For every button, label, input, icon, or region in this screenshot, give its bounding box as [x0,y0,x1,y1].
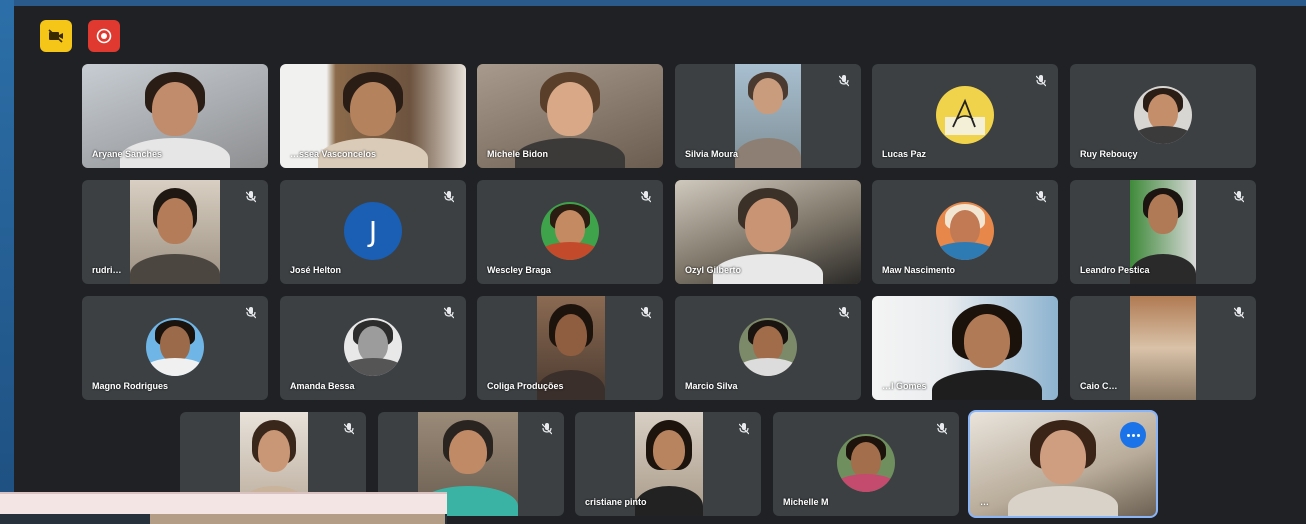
muted-mic-icon [1034,190,1048,204]
video-feed [130,180,220,284]
participant-name: Magno Rodrigues [92,381,168,391]
participant-tile[interactable]: cristiane pinto [575,412,761,516]
participant-name: Amanda Bessa [290,381,355,391]
muted-mic-icon [639,190,653,204]
participant-tile[interactable]: …l Gomes [872,296,1058,400]
muted-mic-icon [1232,190,1246,204]
meeting-grid: Aryane Sanches …ssea Vasconcelos Michele… [14,6,1306,524]
participant-name: Ozyl Gilberto [685,265,742,275]
participant-name: Silvia Moura [685,149,739,159]
muted-mic-icon [342,422,356,436]
avatar [146,318,204,376]
muted-mic-icon [837,74,851,88]
participant-name: cristiane pinto [585,497,647,507]
participant-name: Michele Bidon [487,149,549,159]
participant-name: José Helton [290,265,342,275]
avatar [541,202,599,260]
participant-name: Caio C… [1080,381,1118,391]
participant-name: …ssea Vasconcelos [290,149,377,159]
participant-name: Ruy Rebouçy [1080,149,1138,159]
participant-tile[interactable]: Leandro Pestica [1070,180,1256,284]
participant-tile[interactable]: Marcio Silva [675,296,861,400]
participant-name: rudri… [92,265,122,275]
avatar [1134,86,1192,144]
participant-tile[interactable]: Michele Bidon [477,64,663,168]
participant-tile[interactable]: Silvia Moura [675,64,861,168]
muted-mic-icon [837,306,851,320]
participant-tile[interactable]: rudri… [82,180,268,284]
avatar [936,202,994,260]
avatar [837,434,895,492]
muted-mic-icon [737,422,751,436]
participant-name: …l Gomes [882,381,927,391]
video-feed [1130,296,1196,400]
muted-mic-icon [244,190,258,204]
more-options-button[interactable] [1120,422,1146,448]
participant-name: Wescley Braga [487,265,551,275]
muted-mic-icon [244,306,258,320]
camera-off-button[interactable] [40,20,72,52]
desktop-edge [0,0,14,524]
participant-name: Coliga Produções [487,381,564,391]
participant-name: Leandro Pestica [1080,265,1150,275]
participant-tile[interactable]: …ssea Vasconcelos [280,64,466,168]
avatar [936,86,994,144]
muted-mic-icon [639,306,653,320]
participant-name: Lucas Paz [882,149,927,159]
avatar [344,318,402,376]
participant-tile[interactable]: Caio C… [1070,296,1256,400]
participant-tile[interactable]: Wescley Braga [477,180,663,284]
avatar: J [344,202,402,260]
record-button[interactable] [88,20,120,52]
participant-tile[interactable]: J José Helton [280,180,466,284]
participant-tile[interactable]: Aryane Sanches [82,64,268,168]
window-thumbnail [150,514,445,524]
video-feed [735,64,801,168]
participant-tile[interactable]: Lucas Paz [872,64,1058,168]
participant-tile[interactable]: Ruy Rebouçy [1070,64,1256,168]
participant-name: Marcio Silva [685,381,738,391]
participant-name: … [980,497,989,507]
camera-off-icon [48,29,63,43]
participant-name: Aryane Sanches [92,149,163,159]
participant-tile[interactable]: Coliga Produções [477,296,663,400]
muted-mic-icon [442,306,456,320]
participant-tile[interactable]: Michelle M [773,412,959,516]
participant-tile[interactable]: Magno Rodrigues [82,296,268,400]
muted-mic-icon [1034,74,1048,88]
participant-name: Michelle M [783,497,829,507]
participant-tile-active-speaker[interactable]: … [968,410,1158,518]
muted-mic-icon [540,422,554,436]
record-icon [96,28,112,44]
participant-name: Maw Nascimento [882,265,956,275]
participant-tile[interactable]: Amanda Bessa [280,296,466,400]
overlapping-window [0,492,447,524]
muted-mic-icon [442,190,456,204]
participant-tile[interactable]: Maw Nascimento [872,180,1058,284]
avatar [739,318,797,376]
muted-mic-icon [935,422,949,436]
participant-tile[interactable]: Ozyl Gilberto [675,180,861,284]
muted-mic-icon [1232,306,1246,320]
